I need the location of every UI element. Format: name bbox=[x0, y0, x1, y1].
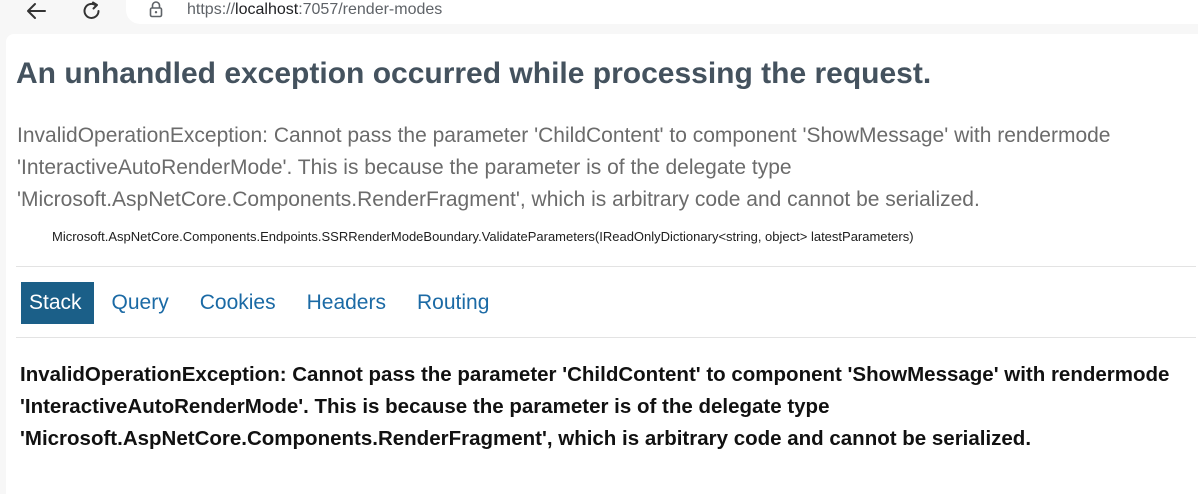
tab-routing[interactable]: Routing bbox=[407, 282, 499, 324]
lock-icon[interactable] bbox=[148, 0, 164, 18]
page-title: An unhandled exception occurred while pr… bbox=[16, 57, 932, 90]
page-content: An unhandled exception occurred while pr… bbox=[6, 34, 1198, 494]
browser-toolbar: https://localhost:7057/render-modes bbox=[0, 0, 1198, 28]
url-scheme: https:// bbox=[187, 1, 236, 18]
address-bar[interactable]: https://localhost:7057/render-modes bbox=[126, 0, 1198, 24]
tab-bar: Stack Query Cookies Headers Routing bbox=[21, 282, 510, 324]
stack-exception-message: InvalidOperationException: Cannot pass t… bbox=[20, 363, 1170, 450]
divider bbox=[16, 266, 1196, 267]
reload-icon[interactable] bbox=[78, 0, 106, 22]
tab-stack[interactable]: Stack bbox=[21, 282, 94, 324]
url-path: :7057/render-modes bbox=[298, 1, 443, 18]
arrow-left-icon[interactable] bbox=[22, 0, 50, 22]
error-location: Microsoft.AspNetCore.Components.Endpoint… bbox=[52, 229, 914, 244]
tab-headers[interactable]: Headers bbox=[297, 282, 396, 324]
error-message: InvalidOperationException: Cannot pass t… bbox=[17, 124, 1111, 211]
tab-query[interactable]: Query bbox=[102, 282, 179, 324]
url-host: localhost bbox=[235, 1, 299, 18]
divider bbox=[16, 337, 1196, 338]
url-text[interactable]: https://localhost:7057/render-modes bbox=[187, 0, 442, 20]
tab-cookies[interactable]: Cookies bbox=[190, 282, 286, 324]
